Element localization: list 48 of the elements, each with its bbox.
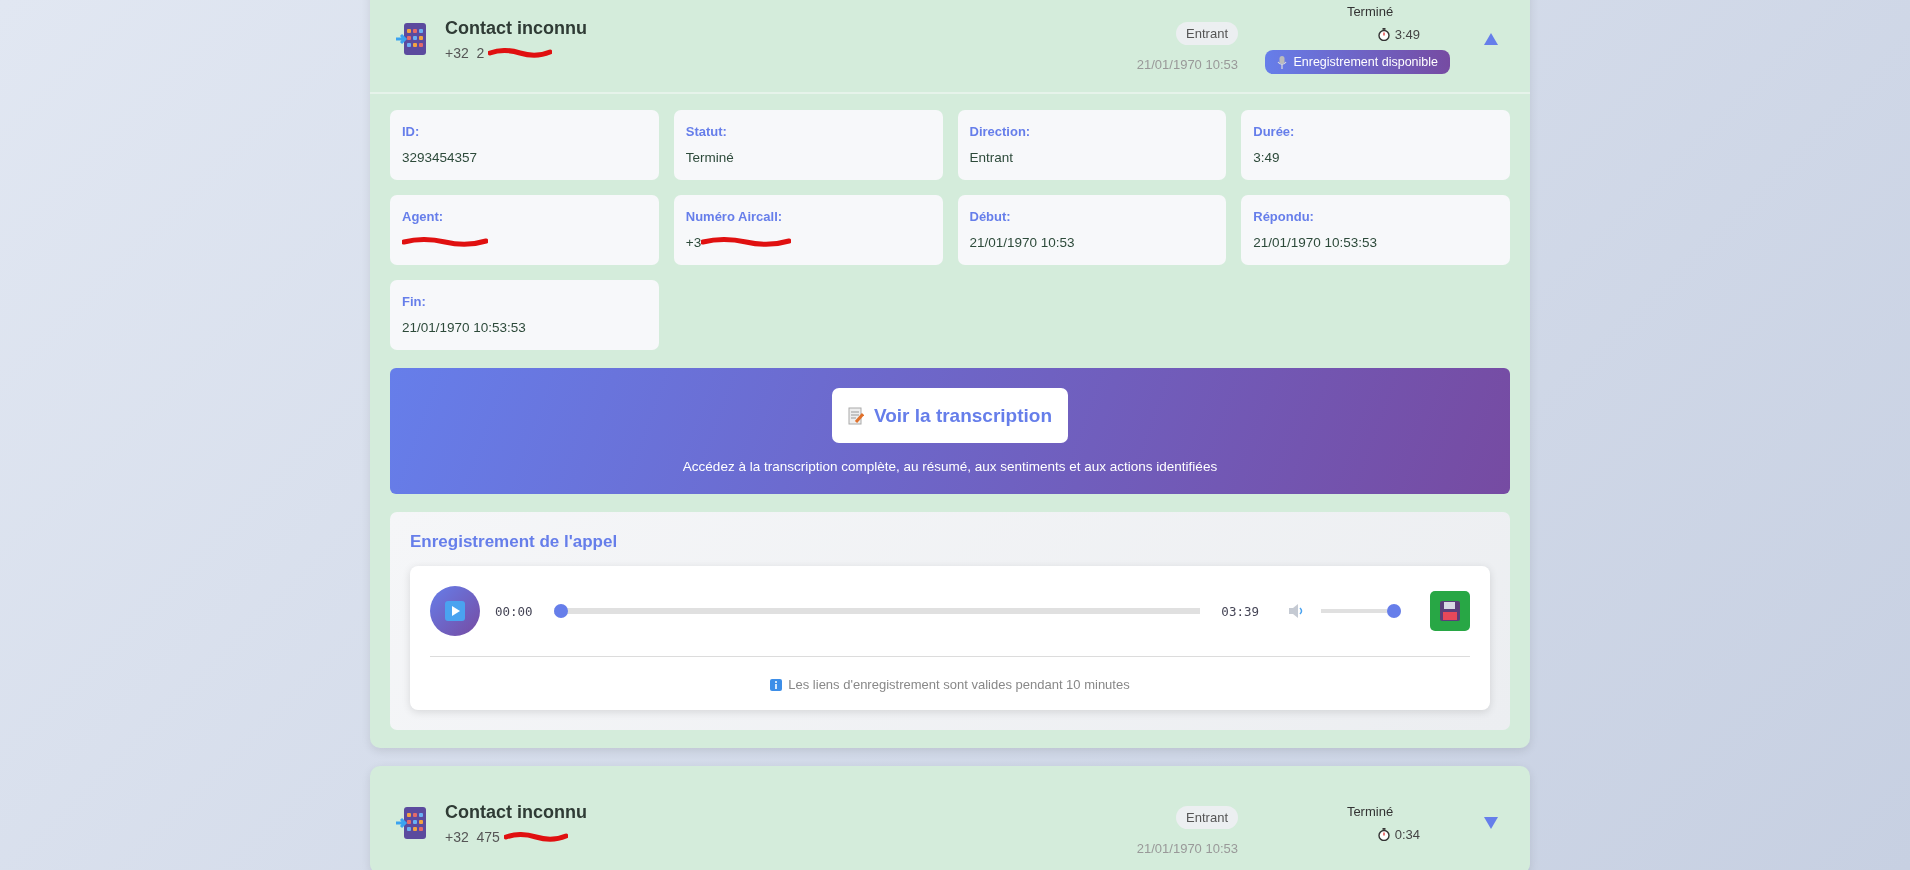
recording-title: Enregistrement de l'appel (410, 532, 619, 552)
detail-value: 21/01/1970 10:53:53 (402, 319, 526, 335)
detail-label: Durée: (1253, 124, 1296, 139)
contact-name: Contact inconnu (445, 17, 588, 39)
detail-value: 21/01/1970 10:53 (969, 234, 1075, 250)
phone-number: +32 475 (445, 828, 500, 845)
microphone-icon (1277, 55, 1288, 69)
status-text: Terminé (1346, 4, 1394, 19)
stopwatch-icon (1377, 828, 1390, 841)
detail-label: Direction: (969, 124, 1032, 139)
total-time: 03:39 (1221, 603, 1259, 619)
phone-number: +32 2 (445, 44, 485, 61)
view-transcription-button[interactable]: Voir la transcription (832, 388, 1068, 443)
play-button[interactable] (430, 586, 480, 636)
info-icon (770, 678, 783, 691)
detail-label: Répondu: (1253, 209, 1315, 224)
direction-badge: Entrant (1176, 22, 1238, 45)
transcription-caption: Accédez à la transcription complète, au résumé, aux sentiments et aux actions identifiées (682, 459, 1218, 474)
detail-value: +3 (685, 234, 702, 250)
status-text: Terminé (1346, 804, 1394, 819)
detail-label: Numéro Aircall: (685, 209, 784, 224)
recording-badge-text: Enregistrement disponible (1293, 55, 1438, 69)
detail-value: Terminé (685, 149, 734, 165)
call-date: 21/01/1970 10:53 (1136, 57, 1238, 72)
chevron-up-icon (1484, 33, 1498, 45)
stopwatch-icon (1377, 28, 1390, 41)
detail-value: Entrant (969, 149, 1014, 165)
call-duration: 0:34 (1394, 827, 1420, 842)
recording-note: Les liens d'enregistrement sont valides pendant 10 minutes (788, 677, 1130, 692)
detail-label: ID: (402, 124, 421, 139)
detail-value: 3293454357 (402, 149, 478, 165)
call-duration: 3:49 (1394, 27, 1420, 42)
chevron-down-icon (1484, 817, 1498, 829)
detail-label: Début: (969, 209, 1012, 224)
download-button[interactable] (1430, 591, 1470, 631)
document-pencil-icon (847, 406, 864, 425)
volume-thumb[interactable] (1387, 604, 1401, 618)
call-date: 21/01/1970 10:53 (1136, 841, 1238, 856)
play-icon (445, 601, 465, 621)
detail-value: 3:49 (1253, 149, 1280, 165)
progress-thumb[interactable] (553, 604, 568, 618)
detail-label: Agent: (402, 209, 445, 224)
contact-name: Contact inconnu (445, 801, 588, 823)
detail-value: 21/01/1970 10:53:53 (1253, 234, 1378, 250)
direction-badge: Entrant (1176, 806, 1238, 829)
detail-label: Statut: (685, 124, 728, 139)
detail-label: Fin: (402, 294, 427, 309)
current-time: 00:00 (495, 603, 533, 619)
